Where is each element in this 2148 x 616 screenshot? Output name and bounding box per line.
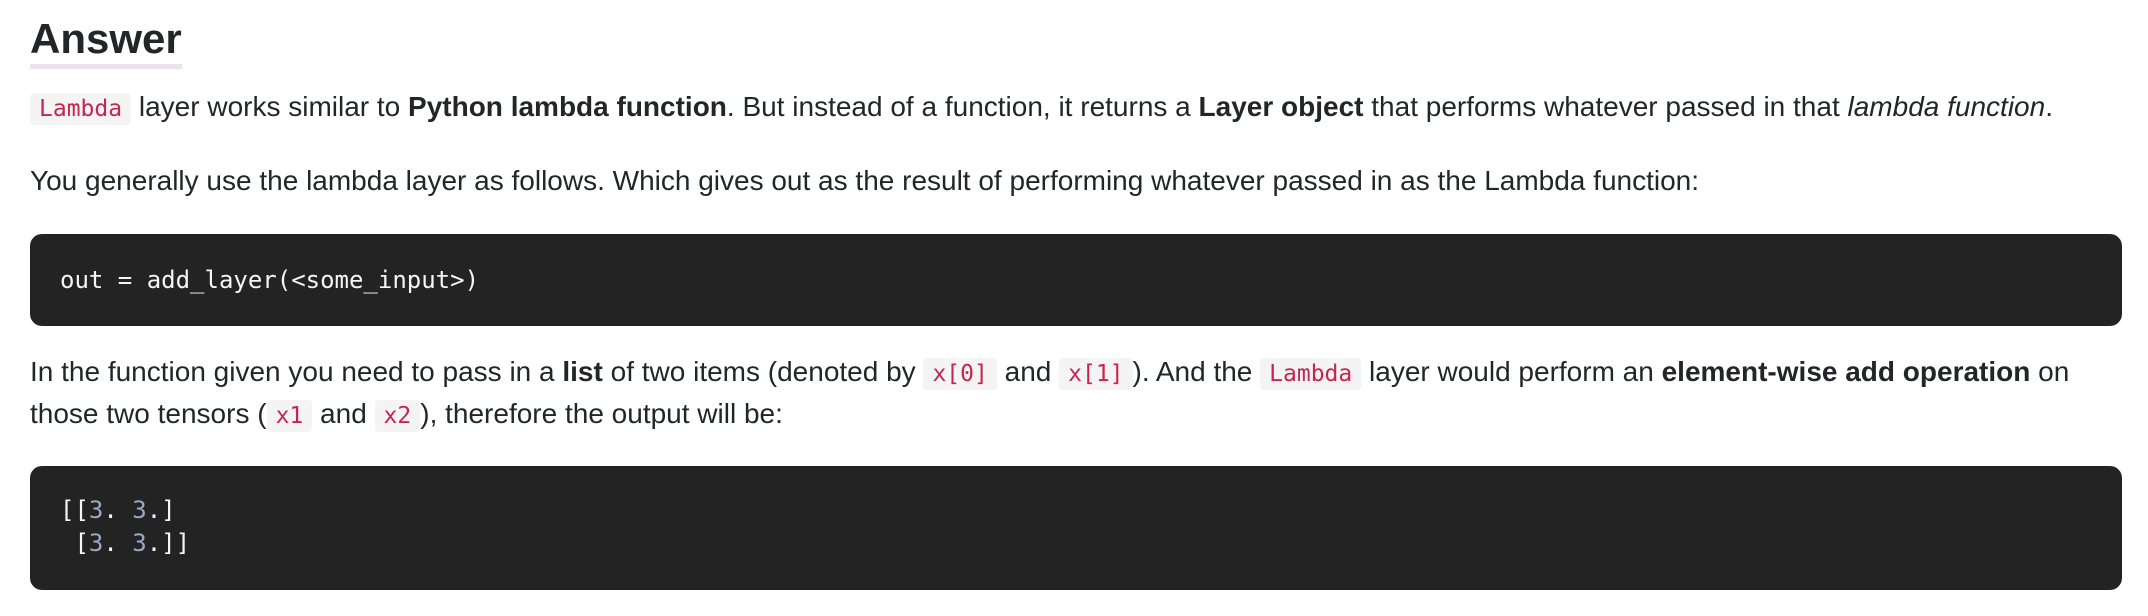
paragraph-usage: You generally use the lambda layer as fo… (30, 165, 1700, 196)
output-line-1: [[3. 3.] (60, 494, 2092, 527)
separator: . (103, 496, 133, 524)
text: . (2045, 91, 2053, 122)
inline-code-lambda: Lambda (1260, 358, 1362, 390)
code-block-output: [[3. 3.] [3. 3.]] (30, 466, 2122, 590)
text: and (996, 356, 1060, 387)
code-block-add-layer: out = add_layer(<some_input>) (30, 234, 2122, 326)
bold-list: list (562, 356, 603, 387)
text: ), therefore the output will be: (420, 398, 783, 429)
italic-lambda-function: lambda function (1847, 91, 2046, 122)
text: . But instead of a function, it returns … (726, 91, 1199, 122)
paragraph-function-explanation-line2: those two tensors (x1 and x2), therefore… (30, 393, 783, 437)
text: and (312, 398, 375, 429)
number: 3 (88, 496, 104, 524)
text: that performs whatever passed in that (1363, 91, 1848, 122)
number: 3 (132, 529, 147, 557)
inline-code-x2: x2 (374, 400, 421, 432)
bold-python-lambda-function: Python lambda function (408, 91, 727, 122)
bold-element-wise-add: element-wise add operation (1661, 356, 2031, 387)
text: those two tensors ( (30, 398, 267, 429)
bold-layer-object: Layer object (1198, 91, 1364, 122)
paragraph-lambda-intro: Lambda layer works similar to Python lam… (30, 86, 2053, 130)
inline-code-x1-index: x[1] (1059, 358, 1133, 390)
inline-code-x1: x1 (266, 400, 313, 432)
bracket: [[ (60, 496, 89, 524)
inline-code-x0: x[0] (923, 358, 997, 390)
bracket: [ (60, 529, 89, 557)
bracket: .]] (146, 529, 191, 557)
number: 3 (88, 529, 104, 557)
paragraph-function-explanation: In the function given you need to pass i… (30, 351, 2069, 395)
answer-heading: Answer (30, 14, 182, 69)
output-line-2: [3. 3.]] (60, 527, 2092, 560)
text: In the function given you need to pass i… (30, 356, 563, 387)
number: 3 (132, 496, 147, 524)
text: layer works similar to (131, 91, 409, 122)
text: ). And the (1132, 356, 1261, 387)
separator: . (103, 529, 133, 557)
text: layer would perform an (1361, 356, 1662, 387)
text: on (2030, 356, 2070, 387)
inline-code-lambda: Lambda (30, 93, 132, 125)
text: of two items (denoted by (602, 356, 924, 387)
bracket: .] (146, 496, 176, 524)
